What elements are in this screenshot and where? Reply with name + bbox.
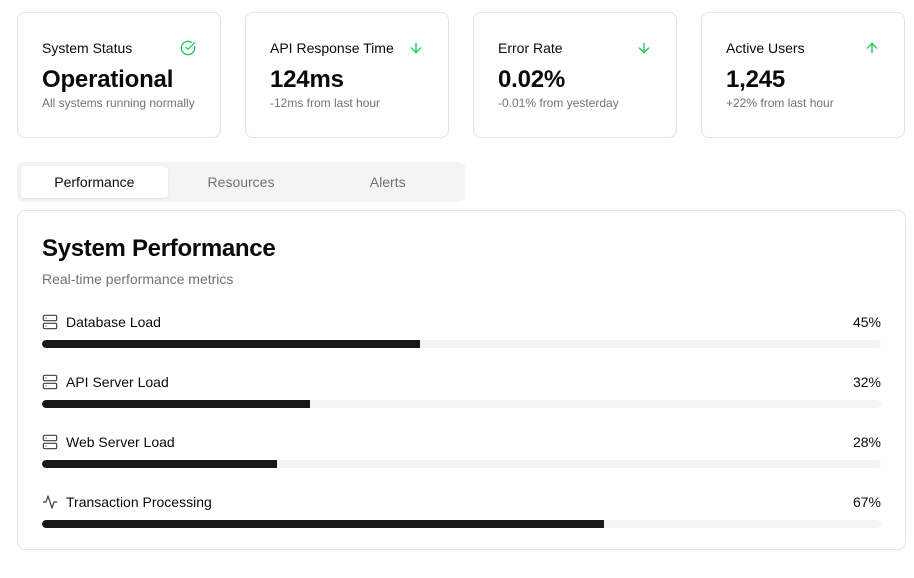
arrow-up-icon: [866, 42, 878, 54]
metric-label: API Server Load: [66, 374, 169, 390]
server-icon: [42, 434, 58, 450]
stat-value: 124ms: [270, 66, 344, 93]
server-icon: [42, 374, 58, 390]
tab-alerts[interactable]: Alerts: [314, 166, 461, 198]
progress-bar: [42, 340, 881, 348]
server-icon: [42, 314, 58, 330]
stat-subtext: +22% from last hour: [726, 96, 834, 110]
metric-web-server-load: Web Server Load 28%: [42, 433, 881, 493]
metric-label: Database Load: [66, 314, 161, 330]
tab-performance[interactable]: Performance: [21, 166, 168, 198]
stat-title: API Response Time: [270, 40, 394, 56]
stat-subtext: -12ms from last hour: [270, 96, 381, 110]
progress-bar-fill: [42, 520, 605, 528]
stat-title: Error Rate: [498, 40, 563, 56]
check-circle-icon: [180, 40, 196, 56]
stat-title: Active Users: [726, 40, 805, 56]
stat-value: 1,245: [726, 66, 786, 93]
progress-bar: [42, 460, 881, 468]
stat-card-api-response-time: API Response Time 124ms -12ms from last …: [245, 12, 449, 138]
metric-value: 67%: [852, 494, 881, 510]
stat-subtext: -0.01% from yesterday: [498, 96, 619, 110]
metric-value: 28%: [852, 434, 881, 450]
panel-description: Real-time performance metrics: [42, 271, 234, 287]
progress-bar: [42, 400, 881, 408]
metric-label: Transaction Processing: [66, 494, 212, 510]
arrow-down-icon: [638, 42, 650, 54]
tab-resources[interactable]: Resources: [168, 166, 315, 198]
stat-title: System Status: [42, 40, 133, 56]
metric-label: Web Server Load: [66, 434, 175, 450]
metric-value: 32%: [852, 374, 881, 390]
panel-title: System Performance: [42, 235, 276, 262]
progress-bar-fill: [42, 460, 277, 468]
progress-bar-fill: [42, 400, 311, 408]
stat-value: 0.02%: [498, 66, 566, 93]
stats-row: System Status Operational All systems ru…: [17, 12, 905, 138]
stat-card-error-rate: Error Rate 0.02% -0.01% from yesterday: [473, 12, 677, 138]
stat-card-system-status: System Status Operational All systems ru…: [17, 12, 221, 138]
tab-list: Performance Resources Alerts: [17, 162, 465, 202]
metric-value: 45%: [852, 314, 881, 330]
arrow-down-icon: [410, 42, 422, 54]
activity-icon: [42, 495, 58, 509]
metric-api-server-load: API Server Load 32%: [42, 373, 881, 433]
stat-card-active-users: Active Users 1,245 +22% from last hour: [701, 12, 905, 138]
progress-bar: [42, 520, 881, 528]
stat-value: Operational: [42, 66, 174, 93]
metrics-list: Database Load 45% API Server Load 32% We…: [42, 313, 881, 553]
metric-database-load: Database Load 45%: [42, 313, 881, 373]
system-performance-panel: System Performance Real-time performance…: [17, 210, 906, 550]
stat-subtext: All systems running normally: [42, 96, 195, 110]
progress-bar-fill: [42, 340, 420, 348]
metric-transaction-processing: Transaction Processing 67%: [42, 493, 881, 553]
